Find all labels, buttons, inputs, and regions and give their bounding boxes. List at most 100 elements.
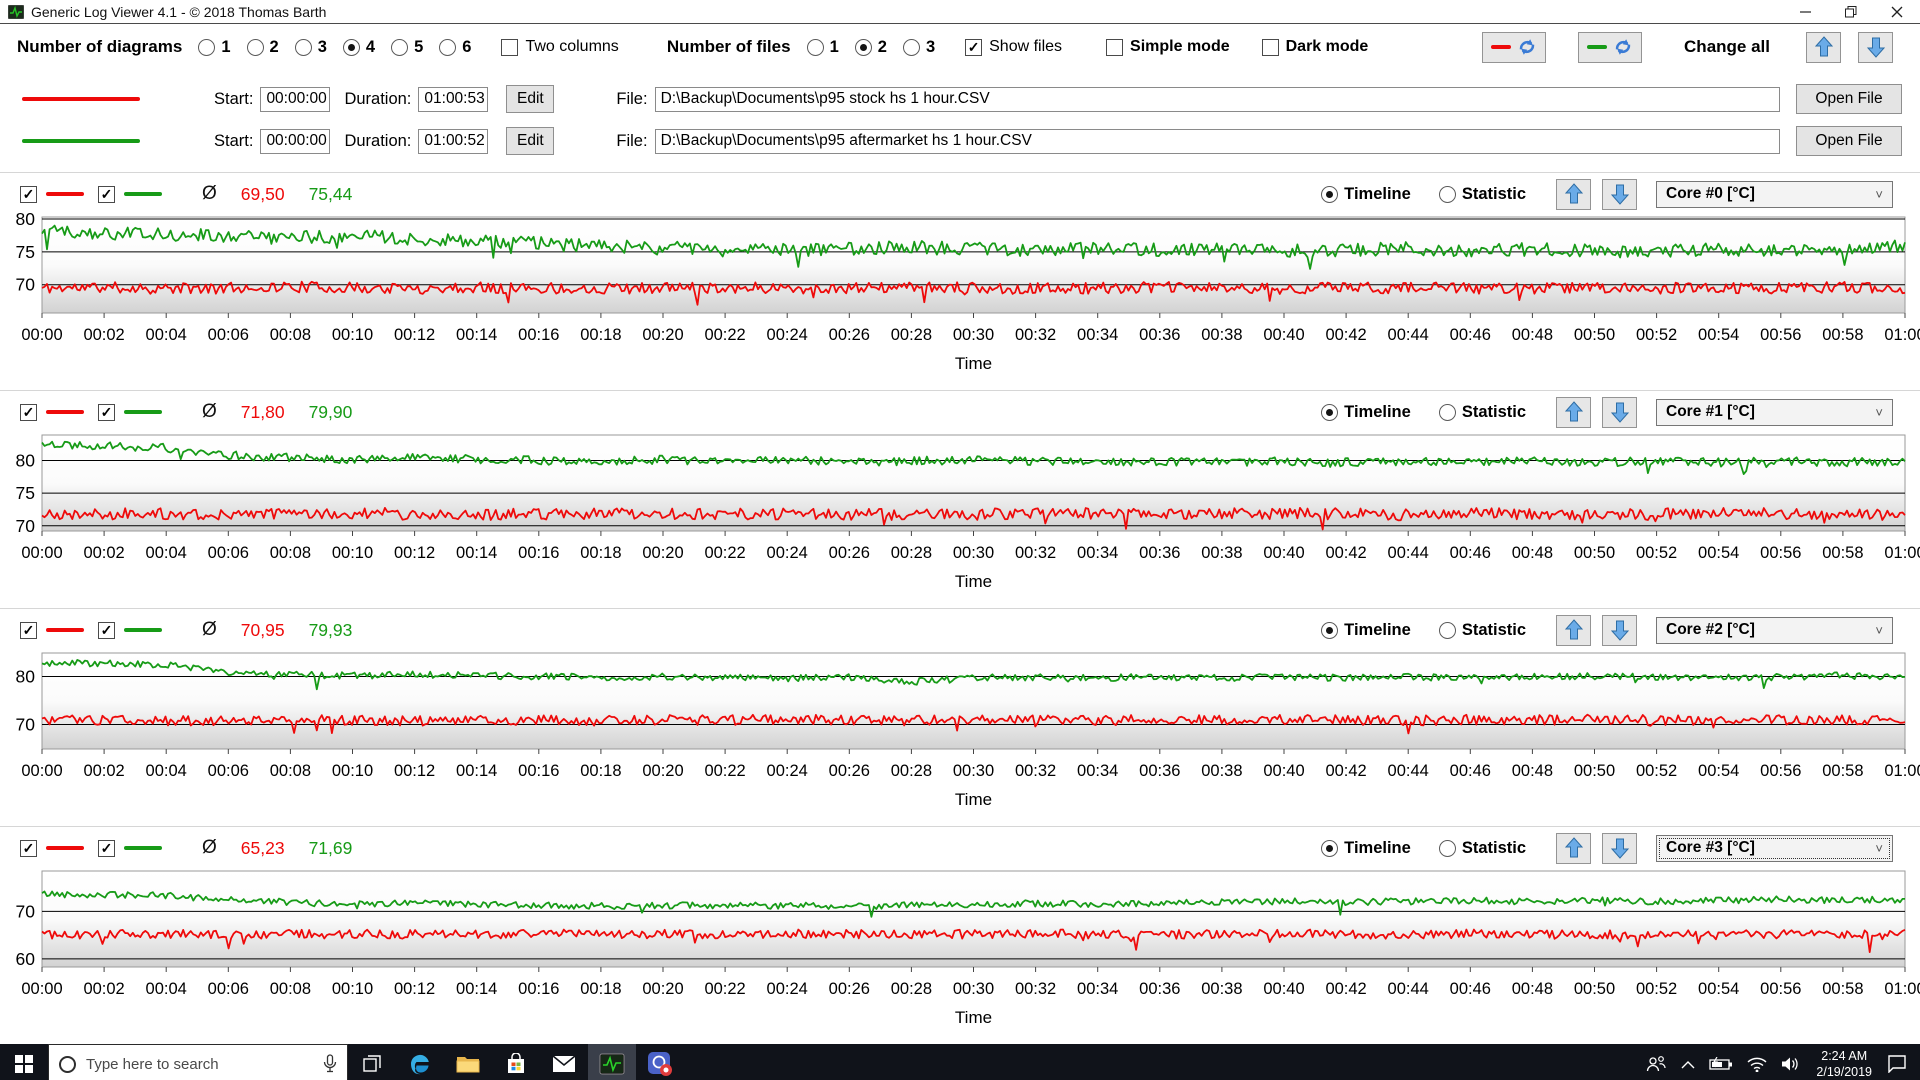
svg-text:00:18: 00:18 [580,980,621,998]
svg-text:00:30: 00:30 [953,762,994,780]
action-center-button[interactable] [1880,1044,1914,1080]
svg-text:80: 80 [16,209,36,229]
reload-red-file-button[interactable] [1482,31,1547,63]
channel-select[interactable]: Core #2 [°C] ˅ [1656,616,1893,644]
channel-select[interactable]: Core #3 [°C] ˅ [1656,834,1893,862]
taskbar-clock[interactable]: 2:24 AM 2/19/2019 [1808,1048,1880,1080]
duration-input[interactable]: 01:00:52 [418,128,489,154]
duration-input[interactable]: 01:00:53 [418,86,489,112]
people-button[interactable] [1638,1044,1674,1080]
chevron-up-icon [1681,1060,1695,1068]
taskbar-app-store[interactable] [492,1044,540,1080]
timeline-radio[interactable]: Timeline [1321,621,1411,640]
diagram-count-option-3[interactable]: 3 [294,38,327,57]
radio-label: 2 [877,37,887,56]
restore-button[interactable] [1828,0,1874,23]
statistic-radio[interactable]: Statistic [1438,185,1526,204]
minimize-button[interactable] [1782,0,1828,23]
green-series-visibility-checkbox[interactable]: ✓ [98,403,115,421]
radio-icon [391,38,409,56]
taskbar-app-file-explorer[interactable] [444,1044,492,1080]
channel-select-value: Core #3 [°C] [1666,839,1755,856]
average-green-value: 79,90 [308,401,353,422]
red-series-swatch [46,410,84,414]
svg-text:80: 80 [16,667,36,687]
file-path-input[interactable]: D:\Backup\Documents\p95 aftermarket hs 1… [654,128,1780,154]
open-file-button[interactable]: Open File [1796,84,1902,114]
timeline-radio[interactable]: Timeline [1321,185,1411,204]
svg-text:00:40: 00:40 [1263,980,1304,998]
file-count-option-3[interactable]: 3 [902,38,935,57]
statistic-radio[interactable]: Statistic [1438,839,1526,858]
red-series-visibility-checkbox[interactable]: ✓ [20,621,37,639]
diagram-count-option-4[interactable]: 4 [342,38,375,57]
edit-button[interactable]: Edit [506,85,555,113]
svg-text:00:48: 00:48 [1512,980,1553,998]
green-series-visibility-checkbox[interactable]: ✓ [98,839,115,857]
diagram-count-option-6[interactable]: 6 [439,38,471,57]
move-diagram-up-button[interactable] [1556,178,1591,210]
svg-text:00:34: 00:34 [1077,762,1118,780]
close-button[interactable] [1874,0,1920,23]
taskbar-search-input[interactable]: Type here to search [48,1044,348,1080]
edit-button[interactable]: Edit [506,127,555,155]
svg-text:00:34: 00:34 [1077,326,1118,344]
timeline-radio[interactable]: Timeline [1321,403,1411,422]
number-of-diagrams-label: Number of diagrams [17,37,183,56]
task-view-button[interactable] [348,1044,396,1080]
svg-text:75: 75 [16,242,35,262]
diagram-count-option-1[interactable]: 1 [198,38,231,57]
channel-select[interactable]: Core #0 [°C] ˅ [1656,180,1893,208]
channel-select[interactable]: Core #1 [°C] ˅ [1656,398,1893,426]
start-button[interactable] [0,1044,48,1080]
diagram-panel: ✓ ✓ Ø 69,50 75,44 Timeline Statistic Cor… [0,172,1920,390]
change-all-down-button[interactable] [1858,31,1893,63]
simple-mode-checkbox[interactable]: ✓ Simple mode [1106,38,1230,56]
svg-text:00:34: 00:34 [1077,980,1118,998]
show-hidden-icons-button[interactable] [1674,1044,1702,1080]
file-count-option-1[interactable]: 1 [806,38,839,57]
green-series-swatch [124,410,162,414]
svg-text:00:46: 00:46 [1450,980,1491,998]
svg-text:00:28: 00:28 [891,326,932,344]
timeline-radio[interactable]: Timeline [1321,839,1411,858]
arrow-up-icon [1564,619,1583,640]
dark-mode-checkbox[interactable]: ✓ Dark mode [1261,38,1368,56]
radio-icon [294,38,312,56]
two-columns-checkbox[interactable]: ✓ Two columns [501,38,619,56]
green-series-visibility-checkbox[interactable]: ✓ [98,621,115,639]
svg-text:00:28: 00:28 [891,980,932,998]
taskbar-app-mail[interactable] [540,1044,588,1080]
move-diagram-down-button[interactable] [1602,614,1637,646]
taskbar-app-log-viewer[interactable] [588,1044,636,1080]
statistic-radio[interactable]: Statistic [1438,621,1526,640]
taskbar-app-recorder[interactable] [636,1044,684,1080]
file-path-input[interactable]: D:\Backup\Documents\p95 stock hs 1 hour.… [654,86,1780,112]
diagram-count-option-2[interactable]: 2 [246,38,279,57]
move-diagram-down-button[interactable] [1602,178,1637,210]
move-diagram-down-button[interactable] [1602,396,1637,428]
red-series-visibility-checkbox[interactable]: ✓ [20,839,37,857]
move-diagram-up-button[interactable] [1556,614,1591,646]
change-all-up-button[interactable] [1806,31,1841,63]
svg-text:00:06: 00:06 [208,762,249,780]
taskbar-app-edge[interactable] [396,1044,444,1080]
open-file-button[interactable]: Open File [1796,126,1902,156]
move-diagram-up-button[interactable] [1556,832,1591,864]
move-diagram-up-button[interactable] [1556,396,1591,428]
show-files-checkbox[interactable]: ✓ Show files [965,38,1062,56]
red-series-visibility-checkbox[interactable]: ✓ [20,185,37,203]
battery-button[interactable] [1702,1044,1740,1080]
statistic-radio[interactable]: Statistic [1438,403,1526,422]
red-series-visibility-checkbox[interactable]: ✓ [20,403,37,421]
start-time-input[interactable]: 00:00:00 [260,128,331,154]
green-series-visibility-checkbox[interactable]: ✓ [98,185,115,203]
diagram-count-option-5[interactable]: 5 [391,38,423,57]
svg-text:00:52: 00:52 [1636,762,1677,780]
reload-green-file-button[interactable] [1578,31,1643,63]
file-count-option-2[interactable]: 2 [854,37,887,57]
volume-button[interactable] [1774,1044,1808,1080]
move-diagram-down-button[interactable] [1602,832,1637,864]
start-time-input[interactable]: 00:00:00 [260,86,331,112]
network-button[interactable] [1740,1044,1774,1080]
